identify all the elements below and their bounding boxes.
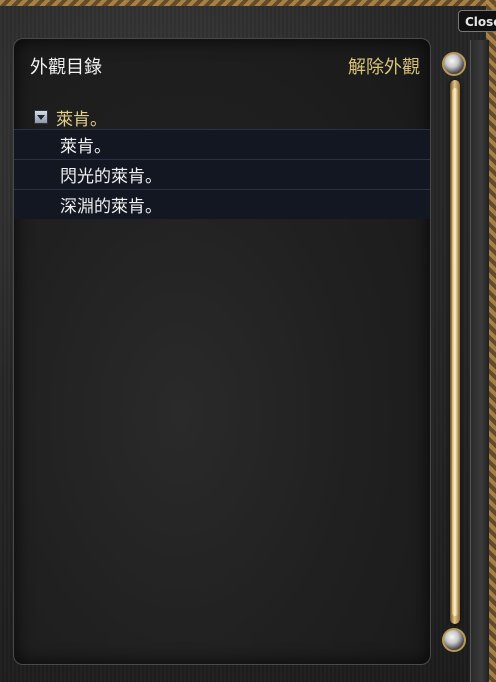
collapse-triangle-icon[interactable] (34, 110, 48, 124)
tree-group-label: 萊肯。 (56, 109, 107, 130)
tree-group-laiken[interactable]: 萊肯。 (14, 105, 430, 130)
scroll-down-orb-icon[interactable] (442, 628, 466, 652)
close-tab[interactable]: Close (458, 10, 496, 32)
scrollbar-track[interactable] (450, 80, 460, 624)
panel-title: 外觀目錄 (30, 57, 102, 78)
tree-item[interactable]: 深淵的萊肯。 (14, 189, 430, 219)
tree-item[interactable]: 萊肯。 (14, 129, 430, 159)
appearance-list-panel: 外觀目錄 解除外觀 萊肯。 萊肯。 閃光的萊肯。 深淵的萊肯。 (13, 38, 431, 665)
tree-item[interactable]: 閃光的萊肯。 (14, 159, 430, 189)
appearance-tree: 萊肯。 萊肯。 閃光的萊肯。 深淵的萊肯。 (14, 105, 430, 219)
scroll-up-orb-icon[interactable] (442, 52, 466, 76)
vertical-scrollbar[interactable] (440, 52, 468, 652)
tree-item-label: 萊肯。 (60, 137, 111, 157)
tree-item-label: 閃光的萊肯。 (60, 167, 162, 187)
tree-item-label: 深淵的萊肯。 (60, 197, 162, 217)
adjacent-panel-edge (470, 40, 489, 682)
rope-border-top (0, 0, 496, 6)
remove-appearance-button[interactable]: 解除外觀 (348, 53, 420, 79)
triangle-down-icon (37, 114, 45, 120)
